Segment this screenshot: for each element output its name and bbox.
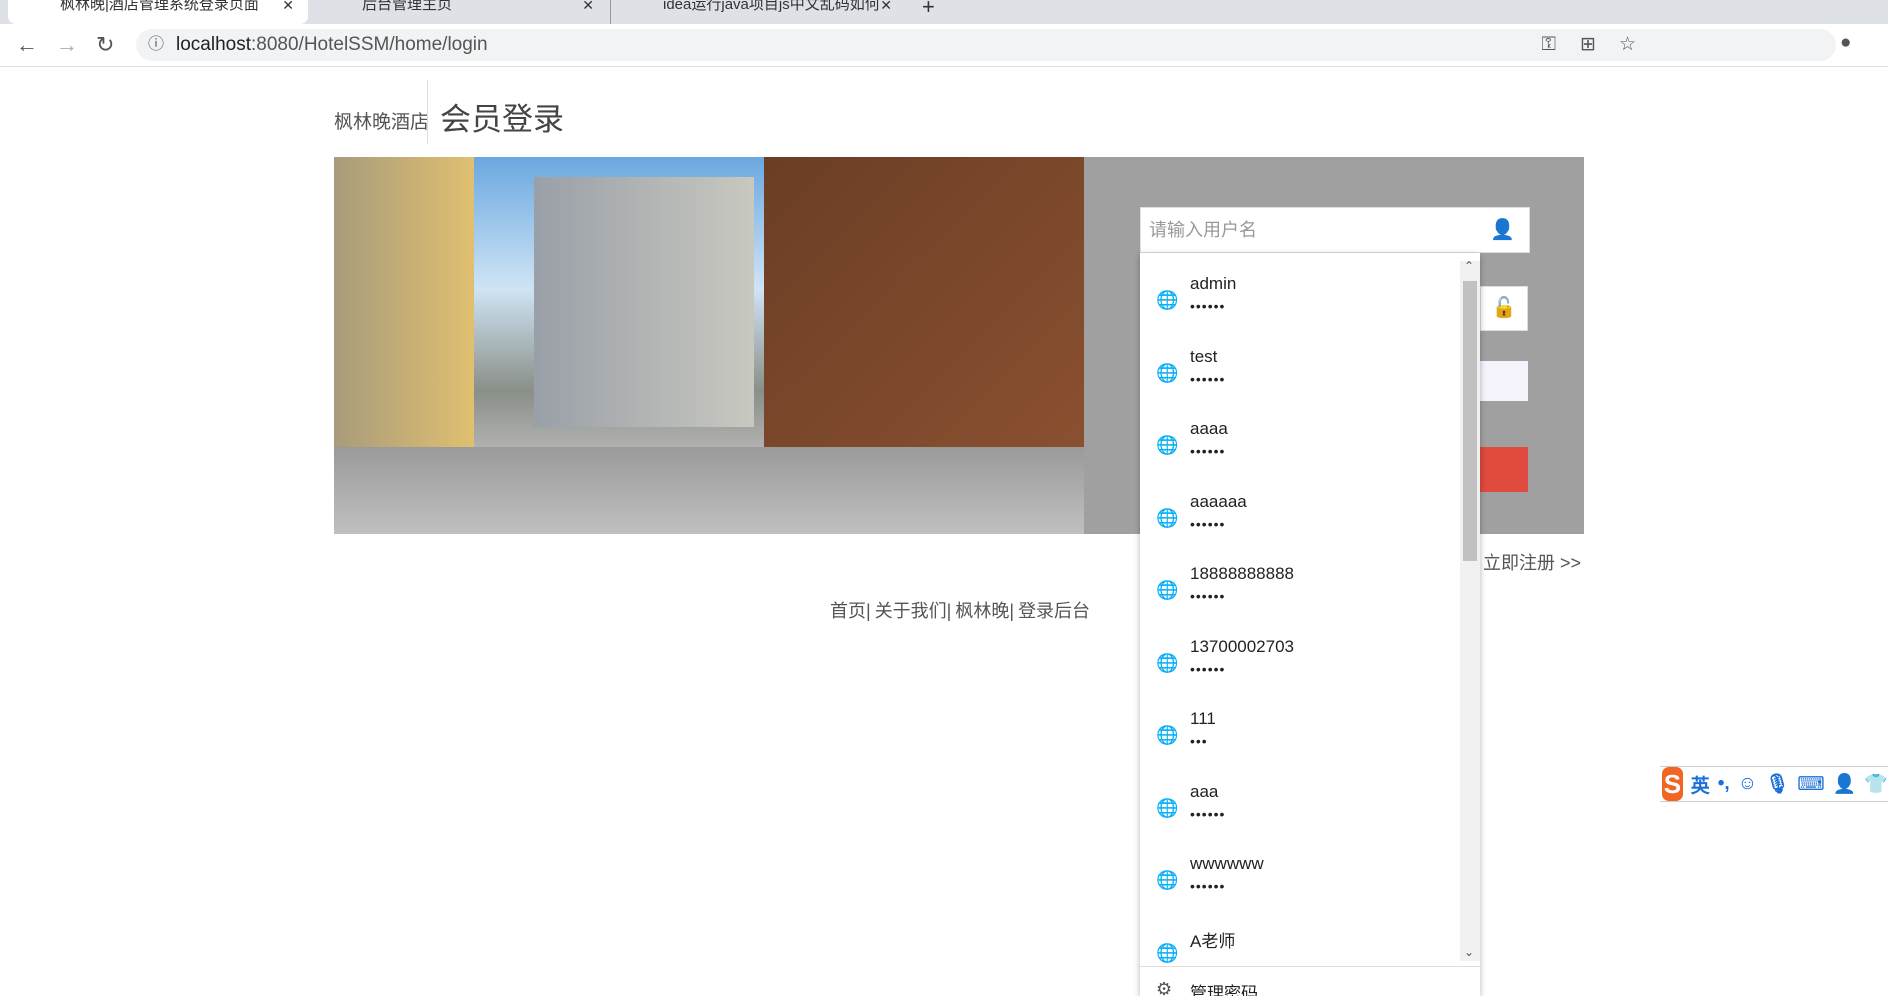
ime-toolbar: S 英 •, ☺ 🎙 ⌨ 👤 👕	[1660, 766, 1888, 802]
credential-item[interactable]: 🌐 wwwwww ••••••	[1140, 840, 1460, 912]
credential-item[interactable]: 🌐 13700002703 ••••••	[1140, 623, 1460, 695]
forward-icon[interactable]: →	[56, 32, 78, 58]
close-icon[interactable]: ✕	[582, 0, 594, 12]
divider	[427, 80, 428, 144]
info-icon[interactable]: ⓘ	[148, 29, 164, 61]
globe-icon: 🌐	[1156, 653, 1179, 673]
sogou-logo-icon[interactable]: S	[1662, 767, 1683, 801]
divider	[1140, 966, 1480, 967]
url-host: localhost	[176, 34, 251, 55]
translate-icon[interactable]: ⊞	[1580, 29, 1596, 61]
scroll-up-icon[interactable]: ⌃	[1464, 259, 1474, 273]
tab-login[interactable]: 枫林晚|酒店管理系统登录页面 ✕	[8, 0, 308, 24]
password-mask: •••	[1190, 733, 1208, 749]
footer-link-admin[interactable]: 登录后台	[1018, 601, 1090, 621]
hotel-brand: 枫林晚酒店	[334, 112, 430, 133]
username-input[interactable]: 请输入用户名 👤	[1140, 207, 1530, 253]
scroll-down-icon[interactable]: ⌄	[1464, 945, 1474, 959]
close-icon[interactable]: ✕	[880, 0, 892, 12]
key-icon[interactable]: ⚿	[1542, 29, 1556, 61]
credential-item[interactable]: 🌐 aaaaaa ••••••	[1140, 478, 1460, 550]
globe-icon: 🌐	[1156, 943, 1179, 963]
password-input[interactable]: 🔓	[1480, 286, 1528, 331]
keyboard-icon[interactable]: ⌨	[1797, 773, 1824, 796]
globe-icon: 🌐	[1156, 798, 1179, 818]
credential-item[interactable]: 🌐 A老师	[1140, 913, 1460, 985]
ime-language-toggle[interactable]: 英	[1691, 771, 1710, 798]
footer-link-home[interactable]: 首页|	[830, 601, 871, 621]
profile-icon[interactable]: ●	[1840, 32, 1851, 54]
ime-punctuation-toggle[interactable]: •,	[1718, 773, 1730, 795]
username: test	[1190, 347, 1218, 366]
url-path: :8080/HotelSSM/home/login	[251, 34, 488, 55]
credential-item[interactable]: 🌐 test ••••••	[1140, 333, 1460, 405]
globe-icon: 🌐	[1156, 290, 1179, 310]
username: A老师	[1190, 932, 1236, 951]
password-mask: ••••••	[1190, 878, 1226, 894]
new-tab-button[interactable]: +	[922, 0, 935, 20]
footer-links: 首页| 关于我们| 枫林晚| 登录后台	[830, 597, 1094, 623]
globe-icon: 🌐	[1156, 725, 1179, 745]
scrollbar[interactable]: ⌃ ⌄	[1460, 259, 1480, 961]
footer-link-brand[interactable]: 枫林晚|	[955, 601, 1014, 621]
username: wwwwww	[1190, 854, 1264, 873]
tab-title: idea运行java项目js中文乱码如何	[663, 0, 880, 13]
password-mask: ••••••	[1190, 588, 1226, 604]
globe-icon: 🌐	[1156, 508, 1179, 528]
credential-item[interactable]: 🌐 111 •••	[1140, 695, 1460, 767]
address-bar-row: ← → ↻ ⓘ localhost:8080/HotelSSM/home/log…	[0, 24, 1888, 67]
password-mask: ••••••	[1190, 806, 1226, 822]
page-title: 会员登录	[440, 102, 564, 137]
password-mask: ••••••	[1190, 371, 1226, 387]
tab-title: 后台管理主页	[362, 0, 453, 13]
close-icon[interactable]: ✕	[282, 0, 294, 12]
register-link[interactable]: 立即注册 >>	[1483, 549, 1581, 575]
username: 18888888888	[1190, 564, 1295, 583]
manage-passwords-link[interactable]: 管理密码	[1190, 979, 1258, 996]
globe-icon: 🌐	[1156, 363, 1179, 383]
username: 111	[1190, 709, 1216, 728]
password-mask: ••••••	[1190, 298, 1226, 314]
credential-item[interactable]: 🌐 aaaa ••••••	[1140, 405, 1460, 477]
globe-icon: 🌐	[1156, 435, 1179, 455]
microphone-icon[interactable]: 🎙	[1765, 772, 1789, 796]
password-mask: ••••••	[1190, 516, 1226, 532]
credential-item[interactable]: 🌐 admin ••••••	[1140, 260, 1460, 332]
credential-item[interactable]: 🌐 18888888888 ••••••	[1140, 550, 1460, 622]
tab-bar: 枫林晚|酒店管理系统登录页面 ✕ 后台管理主页 ✕ idea运行java项目js中文…	[0, 0, 1888, 24]
user-icon[interactable]: 👤	[1833, 772, 1857, 796]
star-icon[interactable]: ☆	[1619, 29, 1636, 61]
tab-title: 枫林晚|酒店管理系统登录页面	[60, 0, 259, 13]
username: 13700002703	[1190, 637, 1295, 656]
username: aaa	[1190, 782, 1219, 801]
footer-link-about[interactable]: 关于我们|	[875, 601, 952, 621]
tab-idea[interactable]: idea运行java项目js中文乱码如何 ✕	[610, 0, 906, 24]
skin-shirt-icon[interactable]: 👕	[1864, 772, 1888, 796]
gear-icon: ⚙	[1156, 979, 1173, 996]
globe-icon: 🌐	[1156, 580, 1179, 600]
lock-icon: 🔓	[1491, 297, 1517, 319]
hotel-street-photo	[334, 157, 1084, 534]
password-mask: ••••••	[1190, 661, 1226, 677]
username: admin	[1190, 274, 1237, 293]
scrollbar-thumb[interactable]	[1463, 281, 1477, 561]
tab-admin[interactable]: 后台管理主页 ✕	[310, 0, 608, 24]
back-icon[interactable]: ←	[16, 32, 38, 58]
url-input[interactable]: ⓘ localhost:8080/HotelSSM/home/login ⚿ ⊞…	[136, 29, 1836, 61]
credential-item[interactable]: 🌐 aaa ••••••	[1140, 768, 1460, 840]
autocomplete-dropdown: 🌐 admin •••••• 🌐 test •••••• 🌐 aaaa •••••• 🌐 aa…	[1140, 253, 1480, 996]
emoji-icon[interactable]: ☺	[1738, 773, 1757, 795]
login-button[interactable]	[1480, 447, 1528, 492]
username: aaaaaa	[1190, 492, 1247, 511]
globe-icon: 🌐	[1156, 870, 1179, 890]
username-placeholder: 请输入用户名	[1149, 220, 1257, 240]
captcha-input[interactable]	[1480, 361, 1528, 401]
reload-icon[interactable]: ↻	[96, 32, 114, 58]
username: aaaa	[1190, 419, 1228, 438]
user-icon: 👤	[1490, 219, 1515, 241]
password-mask: ••••••	[1190, 443, 1226, 459]
